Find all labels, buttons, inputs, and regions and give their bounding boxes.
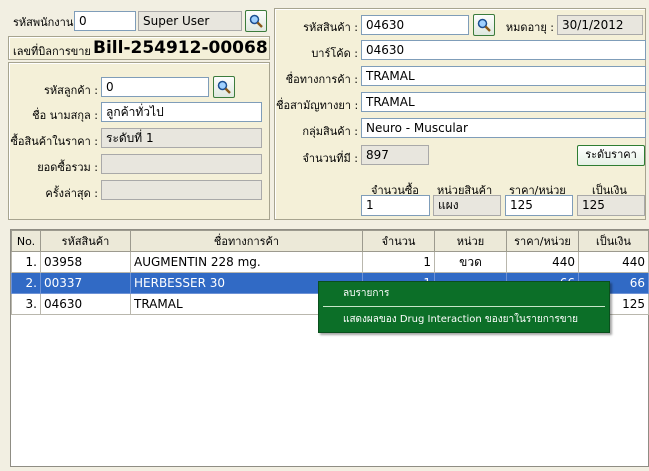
col-header-qty[interactable]: จำนวน [362, 230, 435, 252]
employee-name-field: Super User [138, 11, 242, 31]
expiry-label: หมดอายุ : [505, 21, 554, 34]
unit-field: แผง [433, 195, 501, 216]
customer-code-label: รหัสลูกค้า : [43, 84, 98, 97]
cell-no: 1. [11, 251, 41, 273]
employee-id-label: รหัสพนักงาน [13, 16, 74, 29]
cell-code: 00337 [40, 272, 131, 294]
magnifier-icon [477, 18, 491, 32]
cell-code: 04630 [40, 293, 131, 315]
product-group-label: กลุ่มสินค้า : [302, 125, 358, 138]
trade-name-field[interactable]: TRAMAL [361, 66, 646, 86]
col-header-amount[interactable]: เป็นเงิน [578, 230, 649, 252]
bill-label: เลขที่บิลการขาย [13, 45, 91, 58]
price-level-field: ระดับที่ 1 [101, 128, 262, 148]
employee-id-field[interactable]: 0 [74, 11, 136, 31]
cell-amount: 440 [578, 251, 649, 273]
unit-price-field[interactable]: 125 [505, 195, 573, 216]
stock-field: 897 [361, 145, 429, 165]
trade-name-label: ชื่อทางการค้า : [285, 73, 358, 86]
cell-code: 03958 [40, 251, 131, 273]
cell-qty: 1 [362, 251, 435, 273]
price-level-label: ซื้อสินค้าในราคา : [10, 135, 98, 148]
customer-name-label: ชื่อ นามสกุล : [32, 109, 98, 122]
last-time-field [101, 180, 262, 200]
cell-no: 3. [11, 293, 41, 315]
barcode-label: บาร์โค้ด : [311, 47, 358, 60]
menu-separator [323, 306, 605, 307]
qty-field[interactable]: 1 [361, 195, 430, 216]
generic-name-field[interactable]: TRAMAL [361, 92, 646, 112]
col-header-code[interactable]: รหัสสินค้า [40, 230, 131, 252]
col-header-price[interactable]: ราคา/หน่วย [506, 230, 579, 252]
table-header: No. รหัสสินค้า ชื่อทางการค้า จำนวน หน่วย… [11, 230, 649, 252]
product-code-field[interactable]: 04630 [361, 15, 469, 35]
total-purchase-field [101, 154, 262, 174]
amount-field: 125 [577, 195, 645, 216]
customer-name-field[interactable]: ลูกค้าทั่วไป [101, 102, 262, 122]
context-menu: ลบรายการ แสดงผลของ Drug Interaction ของย… [318, 281, 610, 333]
menu-item-delete[interactable]: ลบรายการ [319, 284, 607, 304]
barcode-field[interactable]: 04630 [361, 40, 646, 60]
cell-price: 440 [506, 251, 579, 273]
product-code-label: รหัสสินค้า : [303, 21, 358, 34]
cell-name: AUGMENTIN 228 mg. [130, 251, 363, 273]
price-level-button[interactable]: ระดับราคา [577, 145, 645, 166]
total-purchase-label: ยอดซื้อรวม : [37, 161, 98, 174]
magnifier-icon [249, 14, 263, 28]
cell-unit: ขวด [434, 251, 507, 273]
product-search-button[interactable] [473, 14, 495, 36]
bill-number: Bill-254912-00068 [93, 38, 268, 58]
magnifier-icon [217, 80, 231, 94]
col-header-unit[interactable]: หน่วย [434, 230, 507, 252]
stock-label: จำนวนที่มี : [302, 152, 358, 165]
table-row[interactable]: 1. 03958 AUGMENTIN 228 mg. 1 ขวด 440 440 [11, 251, 649, 273]
generic-name-label: ชื่อสามัญทางยา : [276, 99, 359, 112]
expiry-field: 30/1/2012 [557, 15, 643, 35]
customer-search-button[interactable] [213, 76, 235, 98]
product-group-field[interactable]: Neuro - Muscular [361, 118, 646, 138]
customer-code-field[interactable]: 0 [101, 77, 209, 97]
last-time-label: ครั้งล่าสุด : [45, 187, 98, 200]
col-header-no[interactable]: No. [11, 230, 41, 252]
col-header-name[interactable]: ชื่อทางการค้า [130, 230, 363, 252]
cell-no: 2. [11, 272, 41, 294]
menu-item-drug-interaction[interactable]: แสดงผลของ Drug Interaction ของยาในรายการ… [319, 310, 607, 330]
employee-search-button[interactable] [245, 10, 267, 32]
